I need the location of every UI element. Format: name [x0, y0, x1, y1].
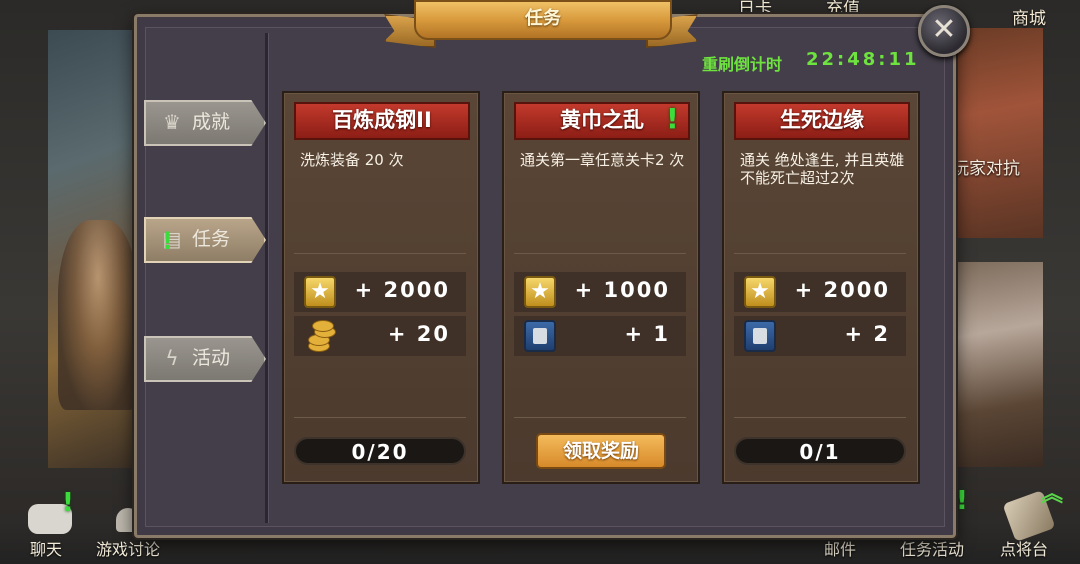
card-icon: [524, 320, 556, 352]
quest-title: 黄巾之乱: [560, 108, 644, 132]
close-icon: ✕: [931, 12, 957, 47]
reward-amount: + 1: [624, 322, 670, 346]
reward-row: + 20: [294, 316, 466, 356]
quest-card: 生死边缘 通关 绝处逢生, 并且英雄不能死亡超过2次 ★ + 2000 + 2 …: [722, 91, 920, 484]
quest-description: 洗炼装备 20 次: [300, 151, 404, 169]
reward-row: ★ + 2000: [294, 272, 466, 312]
quest-description: 通关 绝处逢生, 并且英雄不能死亡超过2次: [740, 151, 905, 187]
quest-alert-icon: !: [666, 102, 679, 135]
divider: [514, 253, 686, 254]
reward-row: + 2: [734, 316, 906, 356]
tab-achievements-label: 成就: [192, 111, 231, 133]
reward-row: + 1: [514, 316, 686, 356]
reward-amount: + 2000: [794, 278, 890, 302]
lightning-icon: ϟ: [165, 346, 179, 370]
reward-row: ★ + 1000: [514, 272, 686, 312]
tab-events-label: 活动: [192, 347, 231, 369]
refresh-countdown-label: 重刷倒计时: [702, 55, 783, 74]
dialog-title-ribbon: 任务: [384, 0, 698, 48]
task-activity-alert-icon: !: [956, 486, 968, 516]
tab-achievements[interactable]: ♛ 成就: [144, 100, 266, 146]
crown-icon: ♛: [163, 110, 181, 134]
hero-figure: [58, 220, 138, 410]
sidebar-divider: [265, 33, 269, 523]
bottom-nav-mail[interactable]: 邮件: [824, 536, 856, 560]
chat-alert-icon: !: [62, 488, 74, 518]
quest-title: 百炼成钢II: [294, 102, 470, 140]
quest-title: 生死边缘: [734, 102, 910, 140]
bottom-nav-forum[interactable]: 游戏讨论: [96, 536, 160, 560]
bottom-nav-recruit[interactable]: 点将台: [1000, 536, 1048, 560]
reward-amount: + 2: [844, 322, 890, 346]
reward-amount: + 2000: [354, 278, 450, 302]
tab-events[interactable]: ϟ 活动: [144, 336, 266, 382]
divider: [734, 417, 906, 418]
bottom-nav-chat[interactable]: 聊天: [30, 536, 62, 560]
divider: [294, 253, 466, 254]
pvp-label: 玩家对抗: [952, 159, 1020, 179]
close-button[interactable]: ✕: [918, 5, 970, 57]
card-icon: [744, 320, 776, 352]
quest-card: 黄巾之乱 ! 通关第一章任意关卡2 次 ★ + 1000 + 1 领取奖励: [502, 91, 700, 484]
tab-quests[interactable]: ▤ ! 任务: [144, 217, 266, 263]
dialog-title: 任务: [414, 0, 672, 40]
divider: [734, 253, 906, 254]
star-icon: ★: [744, 276, 776, 308]
divider: [514, 417, 686, 418]
upgrade-arrows-icon: ︽: [1040, 482, 1063, 507]
reward-row: ★ + 2000: [734, 272, 906, 312]
quest-card: 百炼成钢II 洗炼装备 20 次 ★ + 2000 + 20 0/20: [282, 91, 480, 484]
star-icon: ★: [524, 276, 556, 308]
quest-description: 通关第一章任意关卡2 次: [520, 151, 685, 169]
quests-alert-icon: !: [162, 227, 173, 255]
claim-reward-button[interactable]: 领取奖励: [536, 433, 666, 469]
pvp-artwork[interactable]: [945, 28, 1043, 238]
refresh-countdown-time: 22:48:11: [806, 49, 920, 70]
reward-amount: + 20: [387, 322, 450, 346]
star-icon: ★: [304, 276, 336, 308]
quest-progress: 0/1: [734, 437, 906, 465]
divider: [294, 417, 466, 418]
hero-artwork: [48, 30, 148, 468]
coins-icon: [304, 320, 336, 352]
battle-artwork[interactable]: [945, 262, 1043, 467]
quest-progress: 0/20: [294, 437, 466, 465]
reward-amount: + 1000: [574, 278, 670, 302]
tab-quests-label: 任务: [192, 228, 231, 250]
top-nav-shop[interactable]: 商城: [1012, 4, 1046, 29]
quest-title-box: 黄巾之乱 !: [514, 102, 690, 140]
bottom-nav-task-activity[interactable]: 任务活动: [900, 536, 964, 560]
